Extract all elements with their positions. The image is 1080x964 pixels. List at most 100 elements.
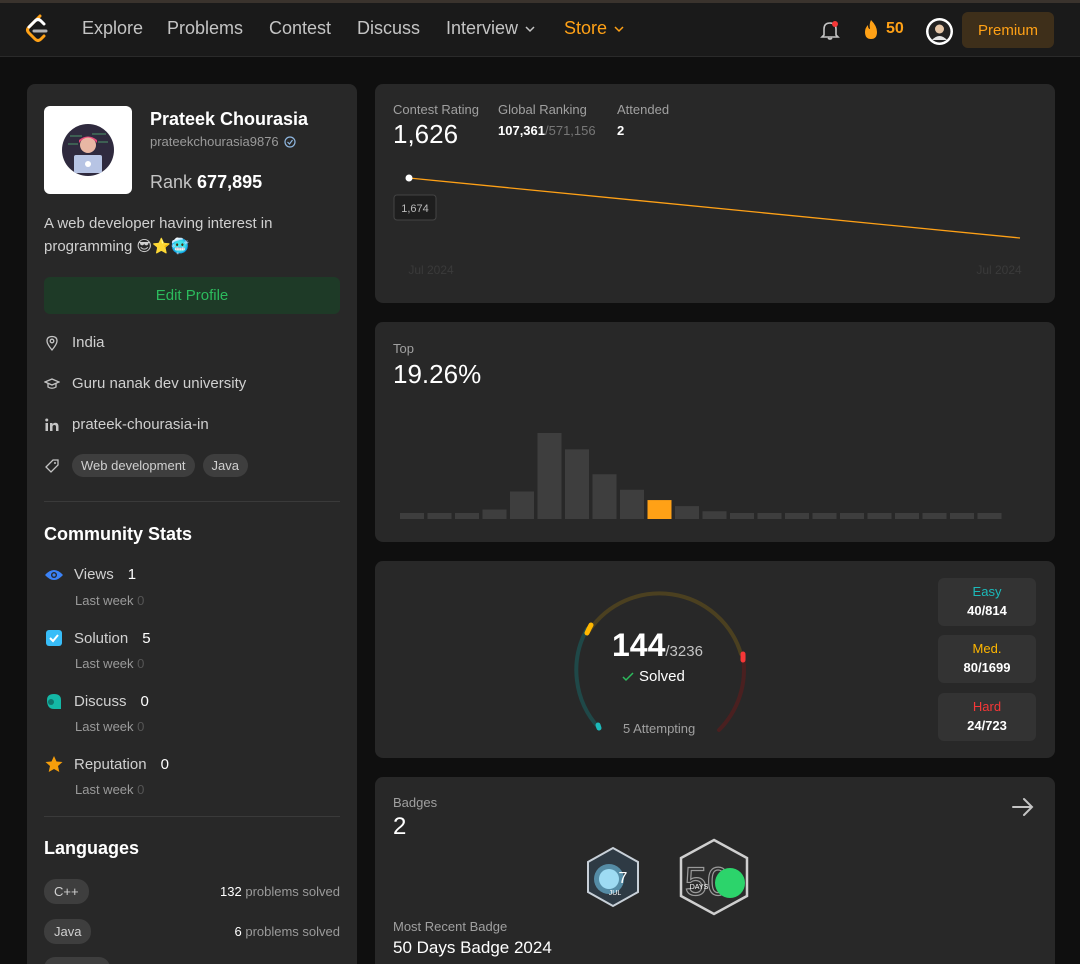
distribution-bar[interactable]	[950, 513, 974, 519]
graduation-cap-icon	[44, 377, 60, 389]
profile-rank: Rank 677,895	[150, 172, 262, 193]
skills-row: Web development Java	[44, 454, 249, 477]
arrow-right-icon[interactable]	[1011, 796, 1035, 818]
contest-rating-card: Contest Rating 1,626 Global Ranking 107,…	[375, 84, 1055, 303]
solved-total: /3236	[665, 643, 703, 660]
language-count-value: 132	[220, 884, 242, 899]
distribution-bar[interactable]	[977, 513, 1002, 519]
language-tag[interactable]: Java	[44, 919, 92, 944]
distribution-bar[interactable]	[400, 513, 424, 519]
stat-solution: Solution 5	[44, 629, 151, 647]
stat-sub-label: Last week	[75, 782, 134, 797]
chat-bubble-icon	[47, 694, 61, 709]
badges-count: 2	[393, 813, 407, 840]
rank-distribution-chart[interactable]	[375, 322, 1055, 542]
stat-label: Reputation	[74, 755, 147, 773]
rating-series-line	[408, 177, 1021, 239]
rating-tooltip: 1,674	[401, 203, 429, 215]
badge1-number: 7	[619, 870, 628, 887]
stat-sub-label: Last week	[75, 656, 134, 671]
most-recent-badge-label: Most Recent Badge	[393, 919, 508, 934]
distribution-bar[interactable]	[482, 509, 507, 519]
check-icon	[622, 671, 634, 681]
community-stats-title: Community Stats	[44, 524, 193, 544]
premium-button[interactable]: Premium	[962, 12, 1054, 48]
distribution-bar[interactable]	[427, 513, 452, 519]
language-count-value: 6	[234, 924, 242, 939]
stat-views: Views 1	[44, 566, 136, 583]
difficulty-count: 24/723	[967, 718, 1007, 733]
distribution-bar[interactable]	[785, 513, 809, 519]
star-icon	[45, 756, 63, 772]
stat-sub-value: 0	[137, 656, 145, 671]
nav-discuss[interactable]: Discuss	[357, 18, 420, 39]
distribution-bar[interactable]	[812, 513, 837, 519]
username-text: prateekchourasia9876	[150, 134, 279, 149]
nav-interview[interactable]: Interview	[446, 18, 536, 39]
fire-icon[interactable]	[862, 19, 880, 41]
distribution-bar-current[interactable]	[647, 500, 672, 519]
edit-profile-button[interactable]: Edit Profile	[44, 277, 340, 314]
language-tag[interactable]	[44, 957, 110, 964]
bell-icon[interactable]	[819, 19, 841, 41]
streak-count[interactable]: 50	[886, 20, 904, 38]
avatar[interactable]	[926, 18, 953, 45]
distribution-bar[interactable]	[455, 513, 479, 519]
distribution-bar[interactable]	[702, 511, 727, 519]
distribution-bar[interactable]	[620, 489, 644, 519]
difficulty-easy[interactable]: Easy 40/814	[938, 578, 1036, 626]
badge1-month: JUL	[609, 890, 622, 897]
difficulty-name: Easy	[972, 584, 1002, 599]
location-pin-icon	[46, 335, 58, 351]
divider	[44, 816, 340, 817]
top-nav: Explore Problems Contest Discuss Intervi…	[0, 3, 1080, 57]
difficulty-hard[interactable]: Hard 24/723	[938, 693, 1036, 741]
leetcode-logo-icon[interactable]	[24, 14, 50, 44]
most-recent-badge-name: 50 Days Badge 2024	[393, 938, 552, 957]
difficulty-count: 40/814	[967, 603, 1007, 618]
languages-title: Languages	[44, 838, 140, 858]
distribution-bar[interactable]	[730, 512, 754, 519]
distribution-bar[interactable]	[675, 506, 699, 519]
rating-point	[405, 174, 413, 182]
difficulty-name: Hard	[972, 699, 1002, 714]
difficulty-count: 80/1699	[963, 660, 1011, 675]
profile-username: prateekchourasia9876	[150, 134, 296, 149]
nav-explore[interactable]: Explore	[82, 18, 143, 39]
difficulty-medium[interactable]: Med. 80/1699	[938, 635, 1036, 683]
bio-line-1: A web developer having interest in	[44, 215, 273, 232]
profile-avatar[interactable]	[44, 106, 132, 194]
nav-store[interactable]: Store	[564, 18, 625, 39]
language-count-suffix: problems solved	[245, 884, 340, 899]
stat-sub-value: 0	[137, 719, 145, 734]
distribution-bar[interactable]	[867, 513, 892, 519]
skill-tag[interactable]: Web development	[72, 454, 195, 477]
difficulty-name: Med.	[972, 641, 1002, 656]
language-tag[interactable]: C++	[44, 879, 89, 904]
rating-line-chart[interactable]: 1,674 Jul 2024 Jul 2024	[375, 84, 1055, 303]
stat-sub-reputation: Last week 0	[75, 782, 144, 797]
bio-line-2: programming 😎⭐🥶	[44, 238, 190, 255]
distribution-bar[interactable]	[757, 513, 782, 519]
nav-problems[interactable]: Problems	[167, 18, 243, 39]
linkedin-row[interactable]: prateek-chourasia-in	[44, 416, 209, 433]
distribution-bar[interactable]	[537, 433, 562, 519]
distribution-bar[interactable]	[922, 513, 947, 519]
easy-progress-arc	[595, 722, 602, 731]
skill-tag[interactable]: Java	[202, 454, 249, 477]
language-count-suffix: problems solved	[245, 924, 340, 939]
distribution-bar[interactable]	[895, 513, 919, 519]
language-count: 132 problems solved	[220, 884, 340, 899]
distribution-bar[interactable]	[565, 449, 589, 519]
solved-count: 144 /3236	[612, 627, 703, 664]
badge-jul-7[interactable]: 7 JUL	[583, 845, 643, 909]
school-text: Guru nanak dev university	[72, 375, 247, 392]
eye-icon	[45, 569, 63, 580]
profile-card: Prateek Chourasia prateekchourasia9876 R…	[27, 84, 357, 964]
linkedin-text[interactable]: prateek-chourasia-in	[72, 416, 209, 433]
distribution-bar[interactable]	[592, 474, 617, 519]
distribution-bar[interactable]	[840, 513, 864, 519]
badge-50-days[interactable]: 50 DAYS	[677, 837, 751, 917]
distribution-bar[interactable]	[510, 491, 534, 519]
nav-contest[interactable]: Contest	[269, 18, 331, 39]
